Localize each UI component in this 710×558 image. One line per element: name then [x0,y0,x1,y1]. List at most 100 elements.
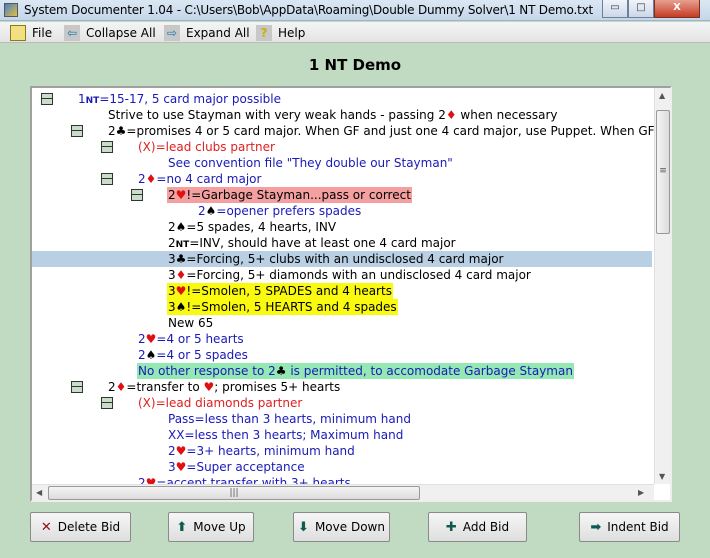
bid-text-segment: 2 [168,236,176,250]
maximize-button[interactable]: □ [628,0,654,18]
add-bid-button[interactable]: ✚ Add Bid [428,512,527,542]
collapse-toggle-icon[interactable] [101,173,113,185]
tree-row[interactable]: 1NT=15-17, 5 card major possible [32,91,652,107]
menu-expand-all[interactable]: ⇨ Expand All [164,24,250,41]
tree-row[interactable]: 2♥=4 or 5 hearts [32,331,652,347]
tree-row[interactable]: 3♠!=Smolen, 5 HEARTS and 4 spades [32,299,652,315]
collapse-toggle-icon[interactable] [71,125,83,137]
arrow-down-icon: ⬇ [298,519,309,535]
menu-label: Help [278,25,306,40]
close-button[interactable]: X [654,0,700,18]
bid-text: Strive to use Stayman with very weak han… [107,107,559,123]
bid-text-segment: =Super acceptance [186,460,305,474]
menu-file[interactable]: ▭ File [10,24,52,41]
indent-bid-button[interactable]: ➡ Indent Bid [579,512,680,542]
collapse-toggle-icon[interactable] [131,189,143,201]
bid-text-segment: =INV, should have at least one 4 card ma… [189,236,456,250]
tree-row[interactable]: New 65 [32,315,652,331]
delete-bid-button[interactable]: ✕ Delete Bid [30,512,131,542]
tree-row[interactable]: 2♠=opener prefers spades [32,203,652,219]
suit-icon: ♥ [175,284,187,298]
tree-row[interactable]: 2♣=promises 4 or 5 card major. When GF a… [32,123,670,139]
scroll-up-icon[interactable]: ▲ [659,91,665,100]
suit-icon: ♦ [445,108,457,122]
tree-row[interactable]: 2♠=5 spades, 4 hearts, INV [32,219,652,235]
bid-text: 2♥=3+ hearts, minimum hand [167,443,356,459]
collapse-toggle-icon[interactable] [41,93,53,105]
tree-row[interactable]: 2♥!=Garbage Stayman...pass or correct [32,187,652,203]
bid-text-segment: !=Smolen, 5 HEARTS and 4 spades [186,300,397,314]
scroll-right-icon[interactable]: ▶ [638,488,644,497]
bid-text: 3♥=Super acceptance [167,459,306,475]
tree-row[interactable]: Strive to use Stayman with very weak han… [32,107,652,123]
tree-row[interactable]: 2♦=transfer to ♥; promises 5+ hearts [32,379,652,395]
suit-icon: ♣ [175,252,187,266]
bid-text: 3♥!=Smolen, 5 SPADES and 4 hearts [167,283,393,299]
suit-icon: ♦ [115,380,127,394]
bid-text-segment: =opener prefers spades [216,204,362,218]
collapse-toggle-icon[interactable] [101,141,113,153]
tree-row[interactable]: 3♥!=Smolen, 5 SPADES and 4 hearts [32,283,652,299]
tree-row[interactable]: 2♦=no 4 card major [32,171,652,187]
bid-text-segment: =3+ hearts, minimum hand [186,444,355,458]
minimize-button[interactable]: ▭ [602,0,628,18]
bid-text-segment: when necessary [456,108,558,122]
suit-icon: ♠ [175,300,187,314]
suit-icon: ♠ [145,348,157,362]
tree-row[interactable]: (X)=lead clubs partner [32,139,652,155]
tree-row[interactable]: 3♣=Forcing, 5+ clubs with an undisclosed… [32,251,652,267]
tree-row[interactable]: 2♥=3+ hearts, minimum hand [32,443,652,459]
menu-label: File [32,25,53,40]
bid-text-segment: Strive to use Stayman with very weak han… [108,108,446,122]
vertical-scroll-thumb[interactable]: ≡ [656,110,670,234]
bid-text-segment: 3 [168,268,176,282]
bid-text-segment: 2 [168,188,176,202]
bid-text-segment: (X)=lead diamonds partner [138,396,303,410]
bid-tree[interactable]: 2♥=accept transfer with 3+ hearts 3♥=Supe… [30,86,672,502]
collapse-toggle-icon[interactable] [71,381,83,393]
tree-row[interactable]: (X)=lead diamonds partner [32,395,652,411]
tree-row[interactable]: 3♦=Forcing, 5+ diamonds with an undisclo… [32,267,652,283]
menu-help[interactable]: ? Help [256,24,305,41]
bid-text: 2♥=4 or 5 hearts [137,331,245,347]
suit-icon: ♠ [205,204,217,218]
tree-row[interactable]: No other response to 2♣ is permitted, to… [32,363,652,379]
arrow-up-icon: ⬆ [176,519,188,535]
bid-text-segment: 3 [168,460,176,474]
bid-text: 2♣=promises 4 or 5 card major. When GF a… [107,123,670,139]
horizontal-scroll-thumb[interactable]: ||| [48,486,420,500]
scroll-left-icon[interactable]: ◀ [36,488,42,497]
bid-text: No other response to 2♣ is permitted, to… [137,363,574,379]
bid-text-segment: XX=less then 3 hearts; Maximum hand [168,428,404,442]
tree-row[interactable]: Pass=less than 3 hearts, minimum hand [32,411,652,427]
vertical-scrollbar[interactable]: ▲ ≡ ▼ [654,88,670,484]
scroll-down-icon[interactable]: ▼ [659,472,665,481]
bid-text: 2♠=4 or 5 spades [137,347,249,363]
horizontal-scrollbar[interactable]: ◀ ||| ▶ [32,484,654,500]
page-title: 1 NT Demo [308,56,402,74]
bid-text-segment: =5 spades, 4 hearts, INV [186,220,337,234]
move-down-button[interactable]: ⬇ Move Down [293,512,390,542]
tree-row[interactable]: 2NT=INV, should have at least one 4 card… [32,235,652,251]
tree-row[interactable]: 3♥=Super acceptance [32,459,652,475]
menu-collapse-all[interactable]: ⇦ Collapse All [64,24,156,41]
suit-icon: ♥ [145,332,157,346]
folder-icon: ▭ [10,24,26,41]
arrow-right-icon: ➡ [590,519,602,535]
menu-bar: ▭ File ⇦ Collapse All ⇨ Expand All ? Help [0,22,710,43]
bid-text: (X)=lead clubs partner [137,139,276,155]
bid-text-segment: =15-17, 5 card major possible [99,92,282,106]
move-up-button[interactable]: ⬆ Move Up [168,512,254,542]
tree-row[interactable]: 2♠=4 or 5 spades [32,347,652,363]
bid-text: XX=less then 3 hearts; Maximum hand [167,427,404,443]
tree-row[interactable]: XX=less then 3 hearts; Maximum hand [32,427,652,443]
button-label: Move Down [314,520,385,534]
button-label: Add Bid [462,520,510,534]
plus-icon: ✚ [445,519,457,535]
delete-x-icon: ✕ [40,519,52,535]
suit-icon: ♦ [145,172,157,186]
bid-text: 3♦=Forcing, 5+ diamonds with an undisclo… [167,267,532,283]
tree-row[interactable]: See convention file "They double our Sta… [32,155,652,171]
bid-text-segment: 2 [108,380,116,394]
collapse-toggle-icon[interactable] [101,397,113,409]
